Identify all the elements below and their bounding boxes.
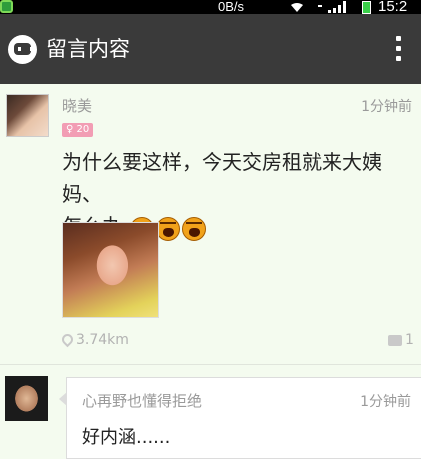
female-icon: ♀ [66, 124, 74, 135]
app-notification-icon [0, 0, 13, 13]
gender-age-badge: ♀ 20 [62, 123, 94, 137]
wifi-icon [291, 3, 303, 12]
age-value: 20 [76, 124, 90, 135]
avatar[interactable] [5, 376, 48, 421]
crying-face-emoji-icon [156, 217, 181, 241]
clock: 15:2 [378, 0, 408, 15]
comment-count[interactable]: 1 [405, 332, 414, 348]
username[interactable]: 晓美 [62, 95, 92, 116]
location-pin-icon [59, 331, 76, 348]
reply-timestamp: 1分钟前 [360, 394, 411, 410]
message-text-line1: 为什么要这样，今天交房租就来大姨妈、 [62, 150, 382, 206]
timestamp: 1分钟前 [361, 99, 412, 115]
battery-icon [362, 1, 371, 14]
status-bar: 0B/s 15:2 [0, 0, 421, 14]
distance: 3.74km [76, 332, 129, 348]
app-bar: 留言内容 [0, 14, 421, 84]
chat-bubble-icon[interactable] [8, 35, 37, 64]
reply-bubble[interactable]: 心再野也懂得拒绝 1分钟前 好内涵...... [59, 377, 421, 459]
avatar[interactable] [6, 94, 49, 137]
reply-text: 好内涵...... [82, 427, 171, 448]
page-title: 留言内容 [46, 37, 130, 61]
reply-item: 心再野也懂得拒绝 1分钟前 好内涵...... [0, 365, 421, 459]
crying-face-emoji-icon [182, 217, 207, 241]
message-card: 晓美 1分钟前 ♀ 20 为什么要这样，今天交房租就来大姨妈、 怎么办 3.74… [0, 84, 421, 364]
reply-username[interactable]: 心再野也懂得拒绝 [82, 390, 202, 411]
comment-icon[interactable] [388, 335, 402, 346]
attached-photo[interactable] [62, 222, 159, 318]
network-speed: 0B/s [218, 0, 245, 14]
overflow-menu-icon[interactable] [393, 36, 403, 64]
signal-icon [318, 1, 346, 13]
